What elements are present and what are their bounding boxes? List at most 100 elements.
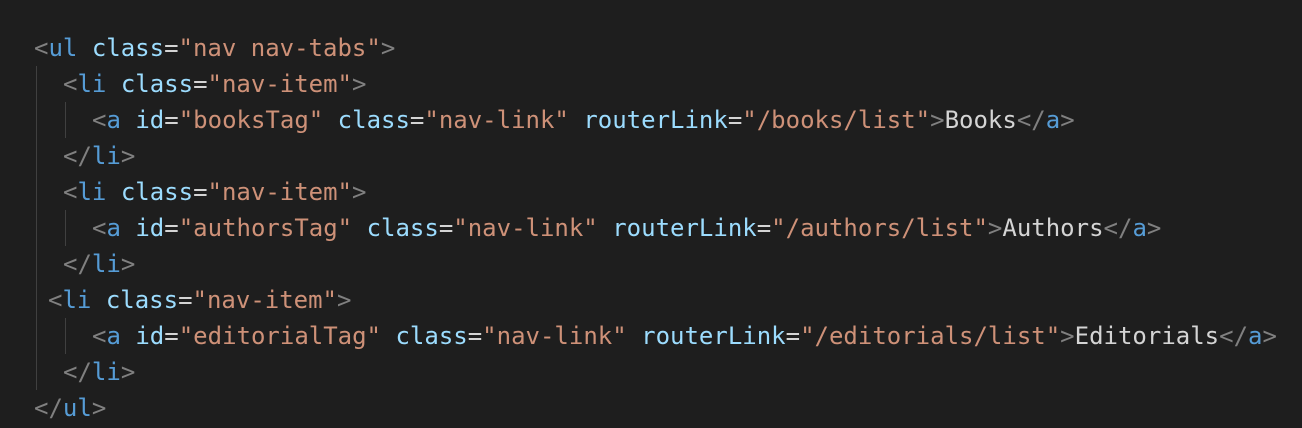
- tag-name: li: [91, 250, 121, 278]
- bracket: >: [380, 34, 396, 62]
- equals-sign: =: [785, 322, 801, 350]
- equals-sign: =: [164, 322, 179, 350]
- tag-name: ul: [62, 394, 92, 422]
- tag-name: li: [91, 358, 121, 386]
- attribute-name: routerLink: [583, 106, 728, 134]
- bracket: >: [337, 286, 352, 314]
- attribute-name: routerLink: [641, 322, 786, 350]
- attribute-value: "editorialTag": [178, 322, 382, 350]
- code-line-5[interactable]: <li class="nav-item">: [63, 174, 366, 210]
- attribute-name: class: [120, 70, 194, 98]
- bracket: >: [352, 70, 367, 98]
- link-text: Authors: [1002, 214, 1104, 242]
- equals-sign: =: [193, 70, 208, 98]
- tag-name: a: [106, 322, 121, 350]
- tag-name: li: [62, 286, 92, 314]
- bracket: >: [930, 106, 945, 134]
- bracket: >: [1146, 214, 1162, 242]
- bracket: <: [92, 106, 107, 134]
- bracket: </: [34, 394, 63, 422]
- attribute-value: "booksTag": [178, 106, 324, 134]
- bracket: </: [63, 142, 92, 170]
- bracket: <: [92, 322, 107, 350]
- bracket: >: [120, 142, 136, 170]
- tag-name: a: [1132, 214, 1147, 242]
- attribute-value: "nav-link": [424, 106, 569, 134]
- equals-sign: =: [178, 286, 193, 314]
- bracket: >: [1060, 106, 1075, 134]
- code-line-11[interactable]: </ul>: [34, 390, 106, 426]
- bracket: >: [1262, 322, 1277, 350]
- bracket: </: [1103, 214, 1133, 242]
- bracket: >: [120, 250, 136, 278]
- tag-name: a: [106, 106, 121, 134]
- equals-sign: =: [193, 178, 208, 206]
- code-line-6[interactable]: <a id="authorsTag" class="nav-link" rout…: [92, 210, 1161, 246]
- attribute-value: "nav-link": [482, 322, 627, 350]
- code-line-4[interactable]: </li>: [63, 138, 135, 174]
- attribute-name: id: [135, 106, 165, 134]
- attribute-value: "nav-item": [207, 70, 353, 98]
- link-text: Editorials: [1074, 322, 1220, 350]
- attribute-value: "/books/list": [742, 106, 931, 134]
- attribute-value: "authorsTag": [178, 214, 353, 242]
- bracket: >: [352, 178, 367, 206]
- tag-name: li: [91, 142, 121, 170]
- bracket: </: [63, 358, 92, 386]
- attribute-value: "nav-item": [207, 178, 353, 206]
- code-line-7[interactable]: </li>: [63, 246, 135, 282]
- code-line-1[interactable]: <ul class="nav nav-tabs">: [34, 30, 395, 66]
- attribute-name: class: [395, 322, 468, 350]
- indent-guide-inner-3: [65, 318, 66, 354]
- tag-name: li: [77, 178, 107, 206]
- indent-guide-inner-1: [65, 102, 66, 138]
- bracket: </: [1016, 106, 1046, 134]
- attribute-name: class: [366, 214, 439, 242]
- equals-sign: =: [164, 214, 179, 242]
- attribute-name: id: [135, 214, 165, 242]
- tag-name: a: [106, 214, 121, 242]
- equals-sign: =: [727, 106, 743, 134]
- tag-name: ul: [48, 34, 78, 62]
- code-line-2[interactable]: <li class="nav-item">: [63, 66, 366, 102]
- equals-sign: =: [756, 214, 772, 242]
- tag-name: a: [1045, 106, 1061, 134]
- bracket: </: [1219, 322, 1249, 350]
- code-editor[interactable]: <ul class="nav nav-tabs"> <li class="nav…: [0, 0, 1302, 428]
- bracket: <: [48, 286, 63, 314]
- equals-sign: =: [164, 34, 179, 62]
- bracket: >: [120, 358, 136, 386]
- attribute-name: class: [105, 286, 179, 314]
- bracket: </: [63, 250, 92, 278]
- bracket: <: [63, 178, 78, 206]
- attribute-name: class: [120, 178, 194, 206]
- code-line-3[interactable]: <a id="booksTag" class="nav-link" router…: [92, 102, 1075, 138]
- bracket: >: [1060, 322, 1075, 350]
- bracket: >: [987, 214, 1003, 242]
- attribute-name: class: [91, 34, 165, 62]
- attribute-value: "/editorials/list": [800, 322, 1061, 350]
- bracket: <: [92, 214, 107, 242]
- indent-guide-inner-2: [65, 210, 66, 246]
- attribute-value: "nav-item": [192, 286, 338, 314]
- equals-sign: =: [467, 322, 483, 350]
- attribute-value: "nav-link": [453, 214, 598, 242]
- attribute-name: class: [337, 106, 410, 134]
- attribute-name: id: [135, 322, 165, 350]
- tag-name: li: [77, 70, 107, 98]
- code-line-9[interactable]: <a id="editorialTag" class="nav-link" ro…: [92, 318, 1277, 354]
- tag-name: a: [1248, 322, 1263, 350]
- equals-sign: =: [164, 106, 179, 134]
- attribute-name: routerLink: [612, 214, 757, 242]
- indent-guide-outer: [36, 66, 37, 390]
- bracket: <: [63, 70, 78, 98]
- link-text: Books: [944, 106, 1017, 134]
- attribute-value: "/authors/list": [771, 214, 988, 242]
- bracket: <: [34, 34, 49, 62]
- code-line-8[interactable]: <li class="nav-item">: [48, 282, 351, 318]
- bracket: >: [91, 394, 107, 422]
- equals-sign: =: [409, 106, 425, 134]
- equals-sign: =: [438, 214, 454, 242]
- attribute-value: "nav nav-tabs": [178, 34, 381, 62]
- code-line-10[interactable]: </li>: [63, 354, 135, 390]
